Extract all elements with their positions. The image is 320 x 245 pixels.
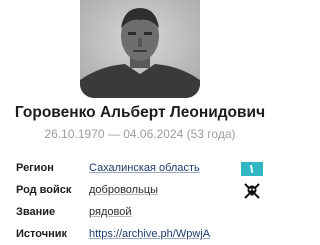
region-flag-icon [241, 162, 263, 176]
source-label: Источник [16, 228, 68, 240]
branch-label: Род войск [16, 184, 72, 196]
region-label: Регион [16, 162, 54, 174]
source-row: Источник https://archive.ph/WpwjA [0, 225, 280, 245]
life-dates: 26.10.1970 — 04.06.2024 (53 года) [44, 127, 236, 141]
rank-value[interactable]: рядовой [89, 206, 131, 218]
region-link[interactable]: Сахалинская область [89, 162, 200, 174]
rank-row: Звание рядовой [0, 203, 280, 223]
branch-value[interactable]: добровольцы [89, 184, 158, 196]
source-link[interactable]: https://archive.ph/WpwjA [89, 228, 210, 240]
portrait-photo [80, 0, 200, 98]
branch-row: Род войск добровольцы [0, 181, 280, 201]
region-row: Регион Сахалинская область [0, 159, 280, 179]
rank-label: Звание [16, 206, 56, 218]
person-name: Горовенко Альберт Леонидович [14, 104, 266, 121]
crossed-swords-skull-icon [241, 182, 263, 200]
